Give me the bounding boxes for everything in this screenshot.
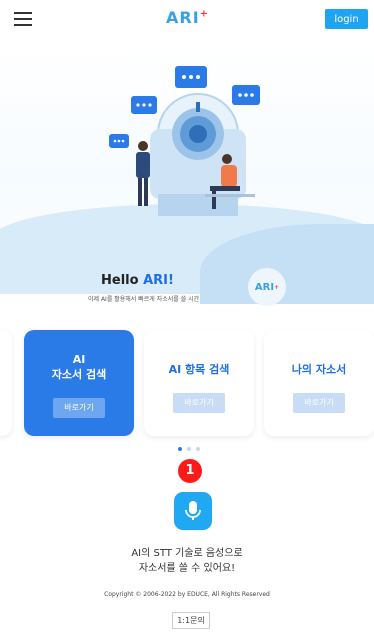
carousel-pagination <box>178 447 200 451</box>
card-ai-item-search[interactable]: AI 항목 검색 바로가기 <box>144 330 254 436</box>
stt-line2: 자소서를 쓸 수 있어요! <box>138 563 236 574</box>
microphone-icon <box>185 501 201 520</box>
logo-plus: + <box>199 8 210 20</box>
step-marker: 1 <box>178 459 202 483</box>
header: ARI+ login <box>0 0 374 44</box>
login-button[interactable]: login <box>325 9 368 29</box>
card-title: AI 자소서 검색 <box>24 352 134 382</box>
hamburger-menu-icon[interactable] <box>14 12 32 28</box>
card-my-resume[interactable]: 나의 자소서 바로가기 <box>264 330 374 436</box>
card-title-line2: 자소서 검색 <box>51 368 107 381</box>
hello-title: Hello ARI! <box>101 273 174 288</box>
logo[interactable]: ARI+ <box>166 8 209 27</box>
go-button[interactable]: 바로가기 <box>293 393 345 413</box>
left-wave-strip <box>0 258 5 293</box>
feature-carousel[interactable]: AI 자소서 검색 바로가기 AI 항목 검색 바로가기 나의 자소서 바로가기 <box>0 330 374 440</box>
pagination-dot[interactable] <box>178 447 182 451</box>
hello-subtitle: 이제 AI를 활용해서 빠르게 자소서를 쓸 시간 <box>88 296 200 303</box>
hello-title-prefix: Hello <box>101 273 144 288</box>
hello-title-highlight: ARI! <box>143 273 174 288</box>
hero-illustration <box>0 44 374 314</box>
logo-text: ARI <box>166 8 200 27</box>
copyright-text: Copyright © 2006-2022 by EDUCE, All Righ… <box>104 591 270 598</box>
card-title-line1: AI <box>72 353 86 366</box>
stt-line1: AI의 STT 기술로 음성으로 <box>131 548 243 559</box>
card-title: 나의 자소서 <box>291 363 347 376</box>
badge-text: ARI <box>254 281 275 293</box>
inquiry-button[interactable]: 1:1문의 <box>172 612 210 629</box>
card-peek-left <box>0 330 12 436</box>
go-button[interactable]: 바로가기 <box>53 398 105 418</box>
microphone-button[interactable] <box>174 492 212 530</box>
badge-plus: + <box>274 283 280 291</box>
ari-badge: ARI + <box>248 268 286 306</box>
card-title: AI 항목 검색 <box>168 363 230 376</box>
card-ai-resume-search[interactable]: AI 자소서 검색 바로가기 <box>24 330 134 436</box>
hero-robot-graphic <box>109 66 260 216</box>
go-button[interactable]: 바로가기 <box>173 393 225 413</box>
pagination-dot[interactable] <box>187 447 191 451</box>
pagination-dot[interactable] <box>196 447 200 451</box>
